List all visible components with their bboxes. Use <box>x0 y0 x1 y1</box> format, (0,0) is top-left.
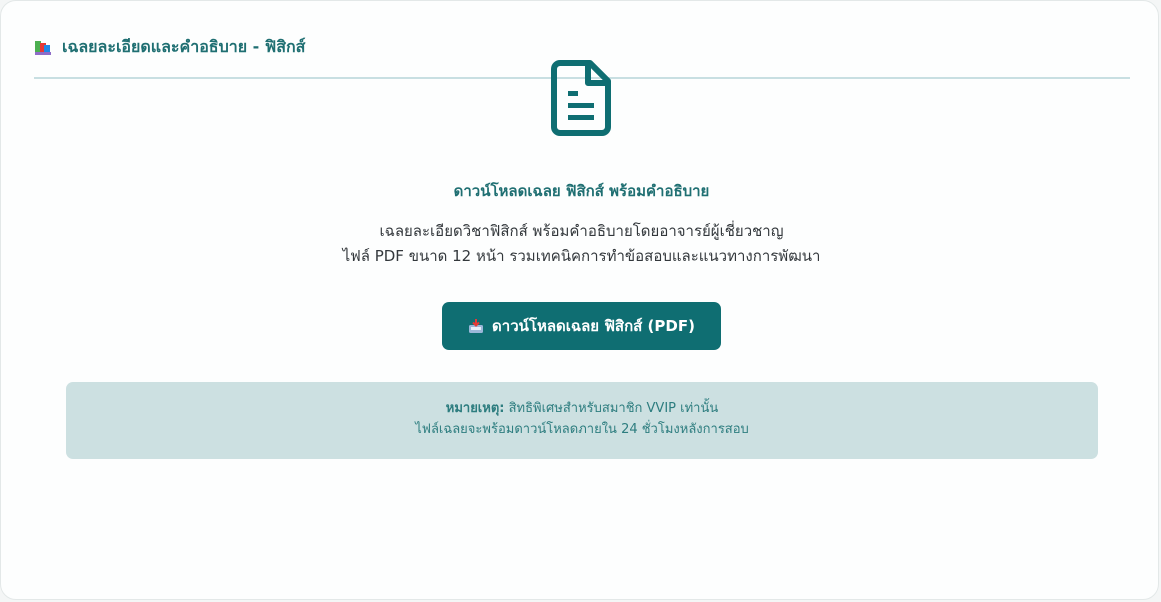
download-pdf-button[interactable]: ดาวน์โหลดเฉลย ฟิสิกส์ (PDF) <box>442 302 721 350</box>
inbox-tray-icon <box>468 318 484 334</box>
document-icon <box>550 59 614 137</box>
download-title: ดาวน์โหลดเฉลย ฟิสิกส์ พร้อมคำอธิบาย <box>453 182 710 200</box>
solution-card: เฉลยละเอียดและคำอธิบาย - ฟิสิกส์ ดาวน์โห… <box>0 0 1159 600</box>
description-line-2: ไฟล์ PDF ขนาด 12 หน้า รวมเทคนิคการทำข้อส… <box>342 247 821 265</box>
description: เฉลยละเอียดวิชาฟิสิกส์ พร้อมคำอธิบายโดยอ… <box>1 219 1161 269</box>
books-icon <box>34 38 52 56</box>
note-box: หมายเหตุ: สิทธิพิเศษสำหรับสมาชิก VVIP เท… <box>66 382 1098 459</box>
note-line-2: ไฟล์เฉลยจะพร้อมดาวน์โหลดภายใน 24 ชั่วโมง… <box>415 422 749 437</box>
note-text-1: สิทธิพิเศษสำหรับสมาชิก VVIP เท่านั้น <box>504 401 719 416</box>
description-line-1: เฉลยละเอียดวิชาฟิสิกส์ พร้อมคำอธิบายโดยอ… <box>379 222 784 240</box>
header-title: เฉลยละเอียดและคำอธิบาย - ฟิสิกส์ <box>62 37 306 56</box>
download-button-label: ดาวน์โหลดเฉลย ฟิสิกส์ (PDF) <box>492 317 695 335</box>
note-label: หมายเหตุ: <box>445 401 505 416</box>
note-line-1: หมายเหตุ: สิทธิพิเศษสำหรับสมาชิก VVIP เท… <box>66 398 1098 419</box>
